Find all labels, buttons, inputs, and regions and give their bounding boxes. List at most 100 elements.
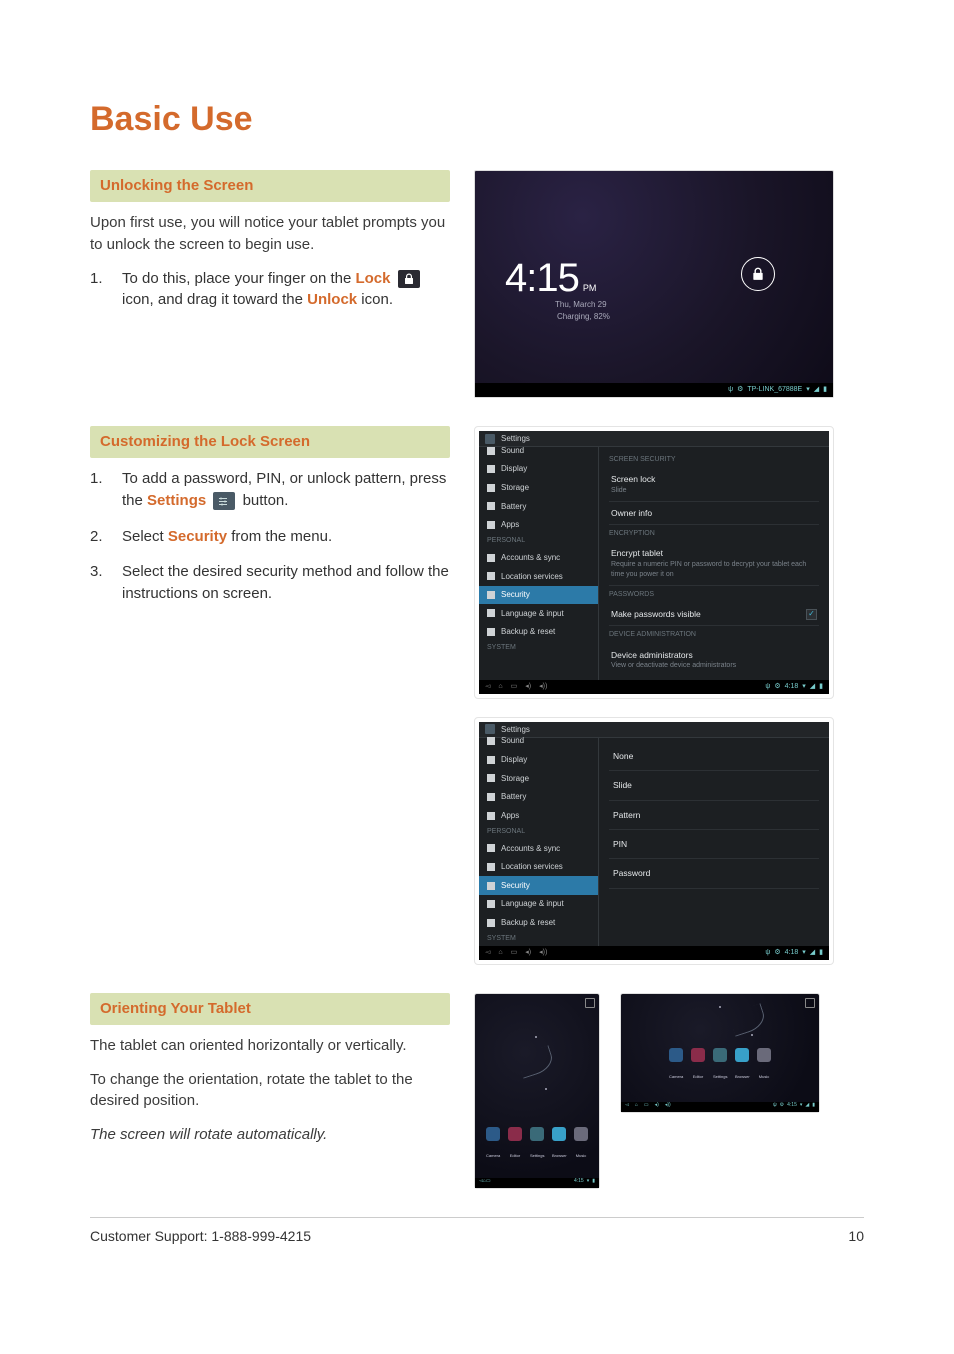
app-icon	[669, 1048, 683, 1062]
apps-drawer-icon[interactable]	[585, 998, 595, 1008]
nav-category: PERSONAL	[479, 825, 598, 839]
back-icon[interactable]: ◅	[625, 1102, 629, 1112]
header-encryption: ENCRYPTION	[609, 529, 819, 539]
app-browser[interactable]: Browser	[552, 1127, 566, 1164]
nav-item-label: Location services	[501, 861, 563, 873]
android-navbar: ◅⌂▭ 4:15▾▮	[475, 1178, 599, 1188]
wifi-icon: ▾	[802, 682, 806, 692]
option-device-admin[interactable]: Device administrators View or deactivate…	[609, 644, 819, 676]
option-encrypt-tablet[interactable]: Encrypt tablet Require a numeric PIN or …	[609, 542, 819, 586]
nav-item-label: Language & input	[501, 608, 564, 620]
nav-item-battery[interactable]: Battery	[479, 788, 598, 807]
nav-item-storage[interactable]: Storage	[479, 769, 598, 788]
text: button.	[243, 492, 289, 509]
option-owner-info[interactable]: Owner info	[609, 502, 819, 525]
vol-up-icon[interactable]: ◂))	[539, 948, 547, 958]
app-music[interactable]: Music	[757, 1048, 771, 1085]
lock-option-pin[interactable]: PIN	[609, 830, 819, 859]
home-icon[interactable]: ⌂	[498, 682, 502, 692]
nav-item-label: Security	[501, 589, 530, 601]
nav-item-icon	[487, 919, 495, 927]
app-dock: Camera Editor Settings Browser Music	[475, 1127, 599, 1164]
option-screen-lock[interactable]: Screen lock Slide	[609, 468, 819, 501]
orient-p3: The screen will rotate automatically.	[90, 1124, 450, 1146]
option-subtitle: View or deactivate device administrators	[611, 661, 817, 671]
keyword-lock: Lock	[355, 270, 390, 287]
back-icon[interactable]: ◅	[485, 948, 490, 958]
nav-item-apps[interactable]: Apps	[479, 516, 598, 535]
customize-steps: 1. To add a password, PIN, or unlock pat…	[90, 468, 450, 605]
nav-category: PERSONAL	[479, 534, 598, 548]
settings-icon	[213, 492, 235, 510]
wallpaper-dot	[719, 1006, 721, 1008]
nav-item-accounts-sync[interactable]: Accounts & sync	[479, 548, 598, 567]
nav-item-label: Apps	[501, 810, 519, 822]
nav-item-sound[interactable]: Sound	[479, 441, 598, 460]
orient-p1: The tablet can oriented horizontally or …	[90, 1035, 450, 1057]
nav-item-location-services[interactable]: Location services	[479, 858, 598, 877]
home-icon[interactable]: ⌂	[498, 948, 502, 958]
app-label: Settings	[713, 1074, 727, 1079]
app-label: Camera	[669, 1074, 683, 1079]
nav-item-security[interactable]: Security	[479, 586, 598, 605]
home-screen-portrait: Camera Editor Settings Browser Music ◅⌂▭ 4:1…	[474, 993, 600, 1189]
text: from the menu.	[227, 528, 332, 545]
wallpaper-swoosh	[728, 1004, 768, 1037]
checkbox-icon[interactable]: ✓	[806, 609, 817, 620]
nav-item-label: Storage	[501, 773, 529, 785]
back-icon[interactable]: ◅	[485, 682, 490, 692]
nav-item-display[interactable]: Display	[479, 751, 598, 770]
nav-item-language-input[interactable]: Language & input	[479, 895, 598, 914]
settings-left-nav: SoundDisplayStorageBatteryAppsPERSONALAc…	[479, 738, 599, 946]
nav-item-language-input[interactable]: Language & input	[479, 604, 598, 623]
vol-up-icon[interactable]: ◂))	[539, 682, 547, 692]
text: icon.	[357, 291, 393, 308]
nav-item-backup-reset[interactable]: Backup & reset	[479, 913, 598, 932]
app-browser[interactable]: Browser	[735, 1048, 749, 1085]
lock-option-password[interactable]: Password	[609, 859, 819, 888]
app-music[interactable]: Music	[574, 1127, 588, 1164]
nav-item-location-services[interactable]: Location services	[479, 567, 598, 586]
app-editor[interactable]: Editor	[508, 1127, 522, 1164]
app-settings[interactable]: Settings	[530, 1127, 544, 1164]
vol-down-icon[interactable]: ◂)	[525, 682, 531, 692]
app-camera[interactable]: Camera	[669, 1048, 683, 1085]
recent-icon[interactable]: ▭	[486, 1178, 491, 1188]
app-settings[interactable]: Settings	[713, 1048, 727, 1085]
recent-icon[interactable]: ▭	[511, 682, 518, 692]
lock-option-pattern[interactable]: Pattern	[609, 801, 819, 830]
nav-item-security[interactable]: Security	[479, 876, 598, 895]
app-editor[interactable]: Editor	[691, 1048, 705, 1085]
lock-option-none[interactable]: None	[609, 742, 819, 771]
vol-down-icon[interactable]: ◂)	[655, 1102, 659, 1112]
nav-item-backup-reset[interactable]: Backup & reset	[479, 623, 598, 642]
nav-item-label: Language & input	[501, 898, 564, 910]
nav-item-battery[interactable]: Battery	[479, 497, 598, 516]
nav-item-icon	[487, 609, 495, 617]
lock-ring[interactable]	[741, 257, 775, 291]
option-subtitle: Require a numeric PIN or password to dec…	[611, 560, 817, 580]
app-icon	[574, 1127, 588, 1141]
home-icon[interactable]: ⌂	[635, 1102, 638, 1112]
nav-item-storage[interactable]: Storage	[479, 478, 598, 497]
nav-item-display[interactable]: Display	[479, 460, 598, 479]
lock-option-slide[interactable]: Slide	[609, 771, 819, 800]
nav-item-apps[interactable]: Apps	[479, 806, 598, 825]
nav-item-icon	[487, 591, 495, 599]
recent-icon[interactable]: ▭	[644, 1102, 649, 1112]
vol-down-icon[interactable]: ◂)	[525, 948, 531, 958]
option-title: Encrypt tablet	[611, 547, 817, 559]
apps-drawer-icon[interactable]	[805, 998, 815, 1008]
recent-icon[interactable]: ▭	[511, 948, 518, 958]
nav-item-accounts-sync[interactable]: Accounts & sync	[479, 839, 598, 858]
time-ampm: PM	[583, 283, 597, 293]
option-title: Device administrators	[611, 649, 817, 661]
app-camera[interactable]: Camera	[486, 1127, 500, 1164]
customize-step-3: Select the desired security method and f…	[122, 561, 450, 605]
option-subtitle: Slide	[611, 486, 817, 496]
app-dock: Camera Editor Settings Browser Music	[621, 1048, 819, 1085]
usb-icon: ψ	[773, 1102, 777, 1112]
nav-item-sound[interactable]: Sound	[479, 732, 598, 751]
option-pwd-visible[interactable]: Make passwords visible ✓	[609, 603, 819, 626]
vol-up-icon[interactable]: ◂))	[665, 1102, 671, 1112]
